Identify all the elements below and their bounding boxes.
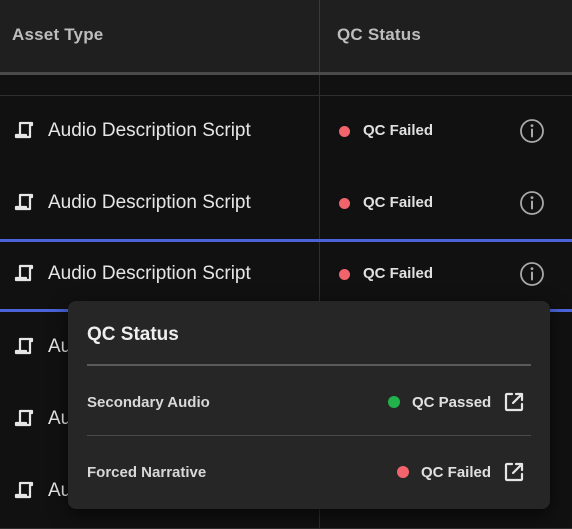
popover-item-label: Forced Narrative — [87, 464, 207, 481]
column-header-asset-type[interactable]: Asset Type — [12, 25, 103, 45]
info-icon[interactable] — [519, 118, 545, 144]
table-spacer — [0, 75, 572, 96]
status-text: QC Failed — [363, 194, 434, 211]
script-icon — [14, 337, 34, 355]
status-dot — [388, 396, 400, 408]
status-text: QC Failed — [363, 265, 434, 282]
status-text: QC Passed — [412, 394, 492, 411]
external-link-icon[interactable] — [502, 460, 526, 484]
asset-name: Audio Description Script — [48, 263, 251, 284]
column-header-qc-status[interactable]: QC Status — [337, 25, 421, 45]
info-icon[interactable] — [519, 261, 545, 287]
status-text: QC Failed — [421, 464, 492, 481]
asset-name: Audio Description Script — [48, 192, 251, 213]
script-icon — [14, 409, 34, 427]
column-divider — [319, 96, 320, 168]
script-icon — [14, 121, 34, 139]
status-text: QC Failed — [363, 122, 434, 139]
status-dot — [397, 466, 409, 478]
column-divider — [319, 168, 320, 240]
status-dot — [339, 198, 350, 209]
table-header: Asset Type QC Status — [0, 0, 572, 75]
popover-title: QC Status — [87, 324, 179, 345]
external-link-icon[interactable] — [502, 390, 526, 414]
script-icon — [14, 264, 34, 282]
script-icon — [14, 193, 34, 211]
asset-name: Audio Description Script — [48, 120, 251, 141]
status-dot — [339, 269, 350, 280]
info-icon[interactable] — [519, 190, 545, 216]
qc-status-popover: QC Status Secondary Audio QC Passed Forc… — [68, 301, 550, 509]
column-divider — [319, 0, 320, 72]
popover-item-divider — [87, 435, 531, 436]
popover-divider — [87, 364, 531, 366]
popover-item-label: Secondary Audio — [87, 394, 210, 411]
table-row[interactable]: Audio Description Script QC Failed — [0, 168, 572, 241]
script-icon — [14, 481, 34, 499]
column-divider — [319, 242, 320, 309]
table-row[interactable]: Audio Description Script QC Failed — [0, 96, 572, 169]
status-dot — [339, 126, 350, 137]
